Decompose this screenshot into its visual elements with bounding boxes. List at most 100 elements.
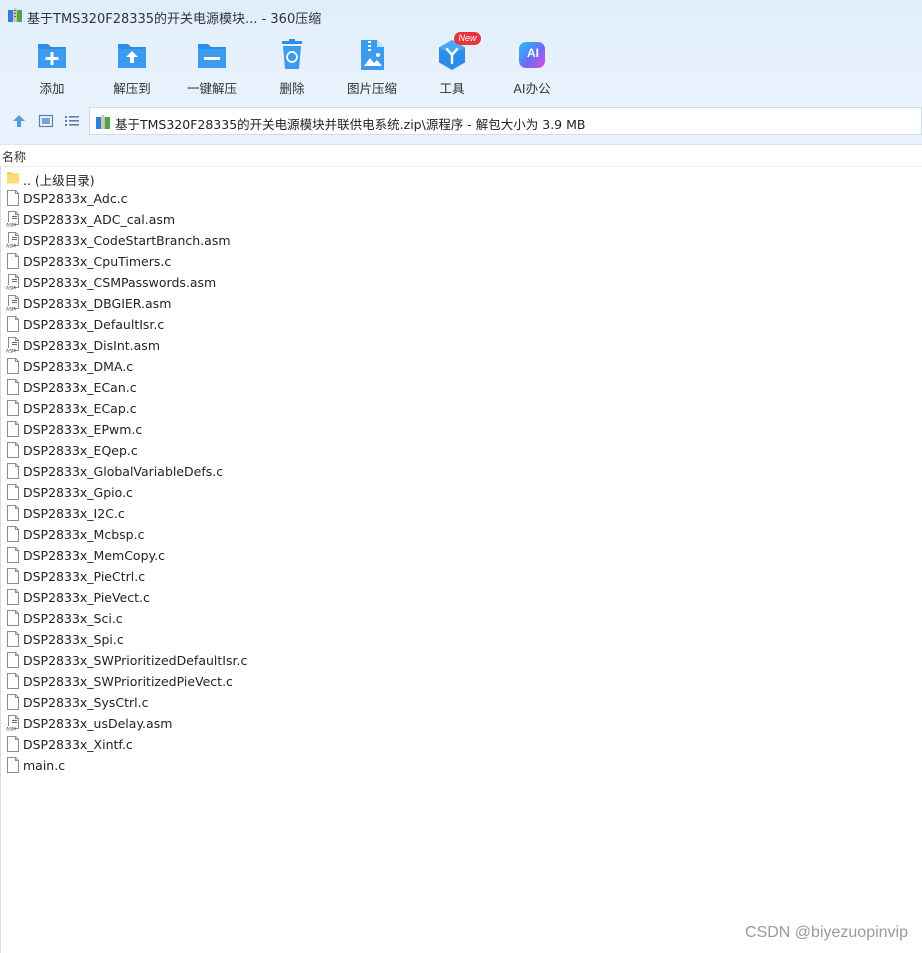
- list-item[interactable]: DSP2833x_EQep.c: [0, 440, 922, 461]
- file-name: DSP2833x_Spi.c: [23, 632, 124, 647]
- up-arrow-icon[interactable]: [11, 113, 27, 129]
- list-item[interactable]: DSP2833x_I2C.c: [0, 503, 922, 524]
- list-item[interactable]: DSP2833x_Sci.c: [0, 608, 922, 629]
- file-icon: [7, 610, 19, 626]
- file-icon: [7, 652, 19, 668]
- new-badge: New: [454, 32, 481, 45]
- list-item[interactable]: DSP2833x_SysCtrl.c: [0, 692, 922, 713]
- svg-text:ASM: ASM: [6, 286, 16, 291]
- address-path: 基于TMS320F28335的开关电源模块并联供电系统.zip\源程序 - 解包…: [115, 117, 586, 132]
- file-name: .. (上级目录): [23, 173, 95, 188]
- file-name: DSP2833x_Sci.c: [23, 611, 123, 626]
- list-item[interactable]: ASM DSP2833x_usDelay.asm: [0, 713, 922, 734]
- watermark: CSDN @biyezuopinvip: [745, 924, 908, 941]
- file-name: DSP2833x_PieVect.c: [23, 590, 150, 605]
- file-icon: [7, 589, 19, 605]
- file-icon: [7, 631, 19, 647]
- archive-app-icon: [8, 8, 22, 22]
- file-icon: [7, 253, 19, 269]
- column-name-label: 名称: [2, 150, 27, 164]
- add-button[interactable]: 添加: [12, 36, 92, 98]
- app-window: 基于TMS320F28335的开关电源模块... - 360压缩 添加 解压到 …: [0, 0, 922, 953]
- list-view-icon[interactable]: [64, 113, 80, 129]
- list-item[interactable]: DSP2833x_PieCtrl.c: [0, 566, 922, 587]
- asm-file-icon: ASM: [6, 211, 19, 228]
- list-item[interactable]: DSP2833x_SWPrioritizedDefaultIsr.c: [0, 650, 922, 671]
- asm-file-icon: ASM: [6, 232, 19, 249]
- address-bar[interactable]: 基于TMS320F28335的开关电源模块并联供电系统.zip\源程序 - 解包…: [89, 107, 922, 135]
- file-list: .. (上级目录) DSP2833x_Adc.c ASM DSP2833x_ADC_c…: [0, 167, 922, 776]
- file-name: DSP2833x_CodeStartBranch.asm: [23, 233, 231, 248]
- svg-text:ASM: ASM: [6, 727, 16, 732]
- file-name: DSP2833x_ECap.c: [23, 401, 137, 416]
- svg-text:ASM: ASM: [6, 223, 16, 228]
- list-item[interactable]: DSP2833x_GlobalVariableDefs.c: [0, 461, 922, 482]
- list-item[interactable]: DSP2833x_Spi.c: [0, 629, 922, 650]
- list-item[interactable]: DSP2833x_PieVect.c: [0, 587, 922, 608]
- list-item[interactable]: .. (上级目录): [0, 167, 922, 188]
- list-item[interactable]: DSP2833x_CpuTimers.c: [0, 251, 922, 272]
- toolbar: 添加 解压到 一键解压 删除 图片压缩 工具 AI办公: [0, 36, 922, 98]
- window-title: 基于TMS320F28335的开关电源模块... - 360压缩: [27, 12, 322, 27]
- list-item[interactable]: DSP2833x_MemCopy.c: [0, 545, 922, 566]
- thumbnail-view-icon[interactable]: [38, 113, 54, 129]
- file-name: main.c: [23, 758, 66, 773]
- file-icon: [7, 526, 19, 542]
- list-item[interactable]: ASM DSP2833x_DisInt.asm: [0, 335, 922, 356]
- file-icon: [7, 484, 19, 500]
- svg-text:ASM: ASM: [6, 244, 16, 249]
- file-name: DSP2833x_Xintf.c: [23, 737, 133, 752]
- image-compress-icon: [361, 40, 384, 70]
- list-item[interactable]: DSP2833x_ECap.c: [0, 398, 922, 419]
- list-item[interactable]: ASM DSP2833x_ADC_cal.asm: [0, 209, 922, 230]
- file-name: DSP2833x_ECan.c: [23, 380, 137, 395]
- file-name: DSP2833x_Mcbsp.c: [23, 527, 145, 542]
- list-item[interactable]: DSP2833x_EPwm.c: [0, 419, 922, 440]
- file-name: DSP2833x_DefaultIsr.c: [23, 317, 165, 332]
- list-item[interactable]: main.c: [0, 755, 922, 776]
- file-name: DSP2833x_GlobalVariableDefs.c: [23, 464, 224, 479]
- file-icon: [7, 463, 19, 479]
- delete-icon: [282, 39, 302, 69]
- file-name: DSP2833x_SysCtrl.c: [23, 695, 149, 710]
- list-item[interactable]: ASM DSP2833x_DBGIER.asm: [0, 293, 922, 314]
- image-compress-button[interactable]: 图片压缩: [332, 36, 412, 98]
- file-name: DSP2833x_PieCtrl.c: [23, 569, 146, 584]
- archive-icon: [96, 115, 110, 129]
- list-item[interactable]: ASM DSP2833x_CodeStartBranch.asm: [0, 230, 922, 251]
- asm-file-icon: ASM: [6, 715, 19, 732]
- file-icon: [7, 421, 19, 437]
- file-name: DSP2833x_SWPrioritizedPieVect.c: [23, 674, 233, 689]
- list-item[interactable]: DSP2833x_Adc.c: [0, 188, 922, 209]
- one-click-extract-icon: [198, 44, 226, 68]
- top-chrome: 基于TMS320F28335的开关电源模块... - 360压缩 添加 解压到 …: [0, 0, 922, 145]
- file-icon: [7, 400, 19, 416]
- extract-to-button[interactable]: 解压到: [92, 36, 172, 98]
- file-name: DSP2833x_usDelay.asm: [23, 716, 173, 731]
- list-item[interactable]: DSP2833x_SWPrioritizedPieVect.c: [0, 671, 922, 692]
- file-name: DSP2833x_MemCopy.c: [23, 548, 165, 563]
- list-item[interactable]: DSP2833x_DMA.c: [0, 356, 922, 377]
- list-item[interactable]: DSP2833x_Xintf.c: [0, 734, 922, 755]
- add-icon: [38, 44, 66, 68]
- extract-to-icon: [118, 44, 146, 68]
- file-name: DSP2833x_EPwm.c: [23, 422, 143, 437]
- file-name: DSP2833x_CpuTimers.c: [23, 254, 172, 269]
- ai-office-label: AI办公: [513, 81, 551, 96]
- column-header-name[interactable]: 名称: [0, 144, 922, 167]
- ai-icon-text: AI: [527, 46, 539, 60]
- list-item[interactable]: DSP2833x_Gpio.c: [0, 482, 922, 503]
- file-icon: [7, 358, 19, 374]
- list-item[interactable]: DSP2833x_DefaultIsr.c: [0, 314, 922, 335]
- file-name: DSP2833x_DMA.c: [23, 359, 134, 374]
- asm-file-icon: ASM: [6, 337, 19, 353]
- delete-button[interactable]: 删除: [252, 36, 332, 98]
- file-icon: [7, 736, 19, 752]
- list-item[interactable]: DSP2833x_Mcbsp.c: [0, 524, 922, 545]
- title-bar[interactable]: 基于TMS320F28335的开关电源模块... - 360压缩: [0, 0, 922, 32]
- list-item[interactable]: DSP2833x_ECan.c: [0, 377, 922, 398]
- one-click-extract-button[interactable]: 一键解压: [172, 36, 252, 98]
- file-name: DSP2833x_DisInt.asm: [23, 338, 160, 353]
- list-item[interactable]: ASM DSP2833x_CSMPasswords.asm: [0, 272, 922, 293]
- tools-button[interactable]: 工具: [412, 36, 492, 98]
